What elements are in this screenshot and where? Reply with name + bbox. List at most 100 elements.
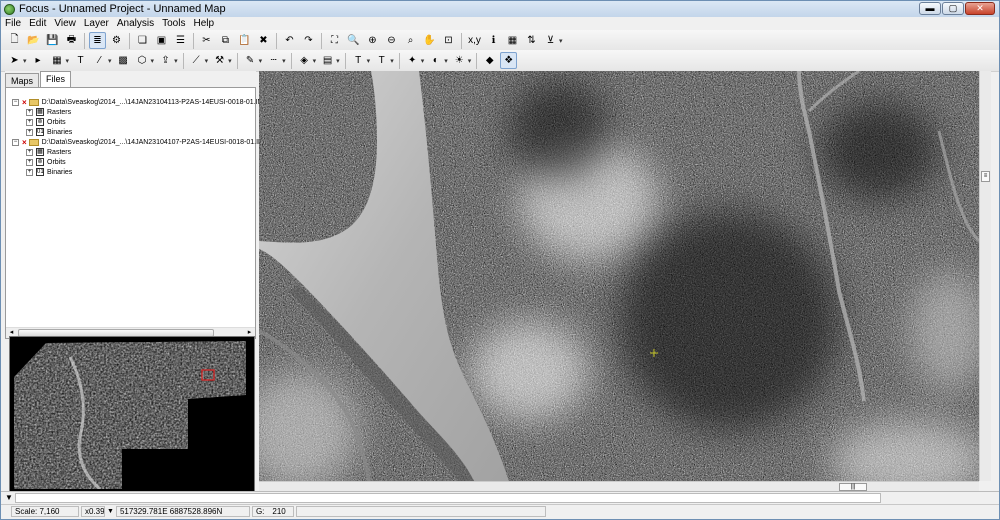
grid-select-button[interactable]: ▦ bbox=[49, 52, 66, 69]
menu-analysis[interactable]: Analysis bbox=[113, 17, 158, 30]
dropdown-arrow-icon[interactable]: ▾ bbox=[313, 57, 317, 65]
menu-help[interactable]: Help bbox=[189, 17, 218, 30]
dropdown-arrow-icon[interactable]: ▾ bbox=[390, 57, 394, 65]
print-button[interactable]: 🖶 bbox=[63, 32, 80, 49]
close-file-icon[interactable]: × bbox=[22, 138, 27, 147]
minimize-button[interactable]: ▬ bbox=[919, 2, 941, 15]
collapse-icon[interactable]: − bbox=[12, 138, 19, 146]
zoom-window-button[interactable]: 🔍 bbox=[345, 32, 362, 49]
dropdown-arrow-icon[interactable]: ▾ bbox=[66, 57, 70, 65]
symbol-button[interactable]: ✦ bbox=[404, 52, 421, 69]
export-button[interactable]: ⇪ bbox=[157, 52, 174, 69]
redo-button[interactable]: ↷ bbox=[300, 32, 317, 49]
menu-file[interactable]: File bbox=[1, 17, 25, 30]
stack-button[interactable]: ☰ bbox=[172, 32, 189, 49]
line-width-button[interactable]: ┄ bbox=[265, 52, 282, 69]
zoom-out-button[interactable]: ⊖ bbox=[383, 32, 400, 49]
layers-view-button[interactable]: ⚙ bbox=[108, 32, 125, 49]
menu-edit[interactable]: Edit bbox=[25, 17, 50, 30]
window-button[interactable]: ▣ bbox=[153, 32, 170, 49]
dropdown-arrow-icon[interactable]: ▾ bbox=[367, 57, 371, 65]
dropdown-arrow-icon[interactable]: ▾ bbox=[282, 57, 286, 65]
report-button[interactable]: ≣ bbox=[89, 32, 106, 49]
map-vertical-scrollbar[interactable]: ≡ bbox=[979, 71, 991, 481]
expand-icon[interactable]: + bbox=[26, 108, 33, 116]
pan-button[interactable]: ✋ bbox=[421, 32, 438, 49]
scrollbar-thumb[interactable]: ≡ bbox=[981, 171, 990, 182]
font-color-button[interactable]: T bbox=[350, 52, 367, 69]
scrollbar-thumb[interactable]: ||| bbox=[839, 483, 867, 491]
dropdown-arrow-icon[interactable]: ▾ bbox=[468, 57, 472, 65]
text-tool-button[interactable]: T bbox=[72, 52, 89, 69]
command-field[interactable] bbox=[15, 493, 881, 503]
expand-icon[interactable]: + bbox=[26, 158, 33, 166]
expand-arrow-icon[interactable]: ▼ bbox=[5, 493, 13, 502]
expand-icon[interactable]: + bbox=[26, 118, 33, 126]
tree-file-item[interactable]: − × D:\Data\Sveaskog\2014_...\14JAN23104… bbox=[12, 97, 268, 107]
dropdown-arrow-icon[interactable]: ▾ bbox=[421, 57, 425, 65]
font-size-button[interactable]: T bbox=[373, 52, 390, 69]
zoom-extent-button[interactable]: ⛶ bbox=[326, 32, 343, 49]
select-arrow-button[interactable]: ➤ bbox=[6, 52, 23, 69]
dropdown-arrow-icon[interactable]: ▾ bbox=[444, 57, 448, 65]
cut-button[interactable]: ✂ bbox=[198, 32, 215, 49]
map-horizontal-scrollbar[interactable]: ||| bbox=[259, 481, 979, 491]
fill-color-button[interactable]: ◈ bbox=[296, 52, 313, 69]
node-select-button[interactable]: ▸ bbox=[30, 52, 47, 69]
copy-button[interactable]: ⧉ bbox=[217, 32, 234, 49]
save-button[interactable]: 💾 bbox=[44, 32, 61, 49]
zoom-box-button[interactable]: ⌕ bbox=[402, 32, 419, 49]
expand-icon[interactable]: + bbox=[26, 148, 33, 156]
zoom-in-button[interactable]: ⊕ bbox=[364, 32, 381, 49]
tree-child-item[interactable]: + ▦ Rasters bbox=[26, 107, 71, 117]
menu-layer[interactable]: Layer bbox=[80, 17, 113, 30]
dropdown-arrow-icon[interactable]: ▾ bbox=[23, 57, 27, 65]
menu-tools[interactable]: Tools bbox=[158, 17, 189, 30]
paste-button[interactable]: 📋 bbox=[236, 32, 253, 49]
expand-icon[interactable]: + bbox=[26, 168, 33, 176]
layer-manage-button[interactable]: ❖ bbox=[500, 52, 518, 69]
tree-child-item[interactable]: + ⊚ Orbits bbox=[26, 117, 66, 127]
dropdown-arrow-icon[interactable]: ▾ bbox=[259, 57, 263, 65]
tree-file-item[interactable]: − × D:\Data\Sveaskog\2014_...\14JAN23104… bbox=[12, 137, 269, 147]
raster-grid-button[interactable]: ▩ bbox=[115, 52, 132, 69]
dropdown-arrow-icon[interactable]: ▾ bbox=[205, 57, 209, 65]
open-button[interactable]: 📂 bbox=[25, 32, 42, 49]
menu-view[interactable]: View bbox=[50, 17, 80, 30]
line-color-button[interactable]: ✎ bbox=[242, 52, 259, 69]
coordinates-button[interactable]: x,y bbox=[466, 32, 483, 49]
dropdown-arrow-icon[interactable]: ▾ bbox=[174, 57, 178, 65]
dropdown-arrow-icon[interactable]: ▾ bbox=[336, 57, 340, 65]
expand-icon[interactable]: + bbox=[26, 128, 33, 136]
delete-button[interactable]: ✖ bbox=[255, 32, 272, 49]
tree-child-item[interactable]: + ⊚ Orbits bbox=[26, 157, 66, 167]
filter-button[interactable]: ⊻ bbox=[542, 32, 559, 49]
close-file-icon[interactable]: × bbox=[22, 98, 27, 107]
maximize-button[interactable]: ▢ bbox=[942, 2, 964, 15]
draw-line-button[interactable]: ⟋ bbox=[188, 52, 205, 69]
sort-button[interactable]: ⇅ bbox=[523, 32, 540, 49]
opacity-button[interactable]: ◐ bbox=[427, 52, 444, 69]
new-button[interactable]: 🗋 bbox=[6, 32, 23, 49]
tools-button[interactable]: ⚒ bbox=[211, 52, 228, 69]
tree-child-item[interactable]: + ▦ Rasters bbox=[26, 147, 71, 157]
polygon-edit-button[interactable]: ⬡ bbox=[134, 52, 151, 69]
tree-child-item[interactable]: + 01 Binaries bbox=[26, 127, 72, 137]
undo-button[interactable]: ↶ bbox=[281, 32, 298, 49]
dropdown-arrow-icon[interactable]: ▾ bbox=[559, 37, 563, 45]
status-dropdown-icon[interactable]: ▼ bbox=[107, 508, 114, 515]
tree-child-item[interactable]: + 01 Binaries bbox=[26, 167, 72, 177]
collapse-icon[interactable]: − bbox=[12, 98, 19, 106]
fill-pattern-button[interactable]: ▤ bbox=[319, 52, 336, 69]
overview-map[interactable] bbox=[9, 336, 255, 492]
dropdown-arrow-icon[interactable]: ▾ bbox=[151, 57, 155, 65]
tab-files[interactable]: Files bbox=[40, 71, 72, 87]
info-button[interactable]: ℹ bbox=[485, 32, 502, 49]
layer-stack-button[interactable]: ◆ bbox=[481, 52, 498, 69]
tab-maps[interactable]: Maps bbox=[5, 73, 40, 87]
enhance-button[interactable]: ☀ bbox=[451, 52, 468, 69]
zoom-layer-button[interactable]: ⊡ bbox=[440, 32, 457, 49]
dropdown-arrow-icon[interactable]: ▾ bbox=[228, 57, 232, 65]
properties-button[interactable]: ❏ bbox=[134, 32, 151, 49]
map-canvas[interactable] bbox=[259, 71, 979, 481]
